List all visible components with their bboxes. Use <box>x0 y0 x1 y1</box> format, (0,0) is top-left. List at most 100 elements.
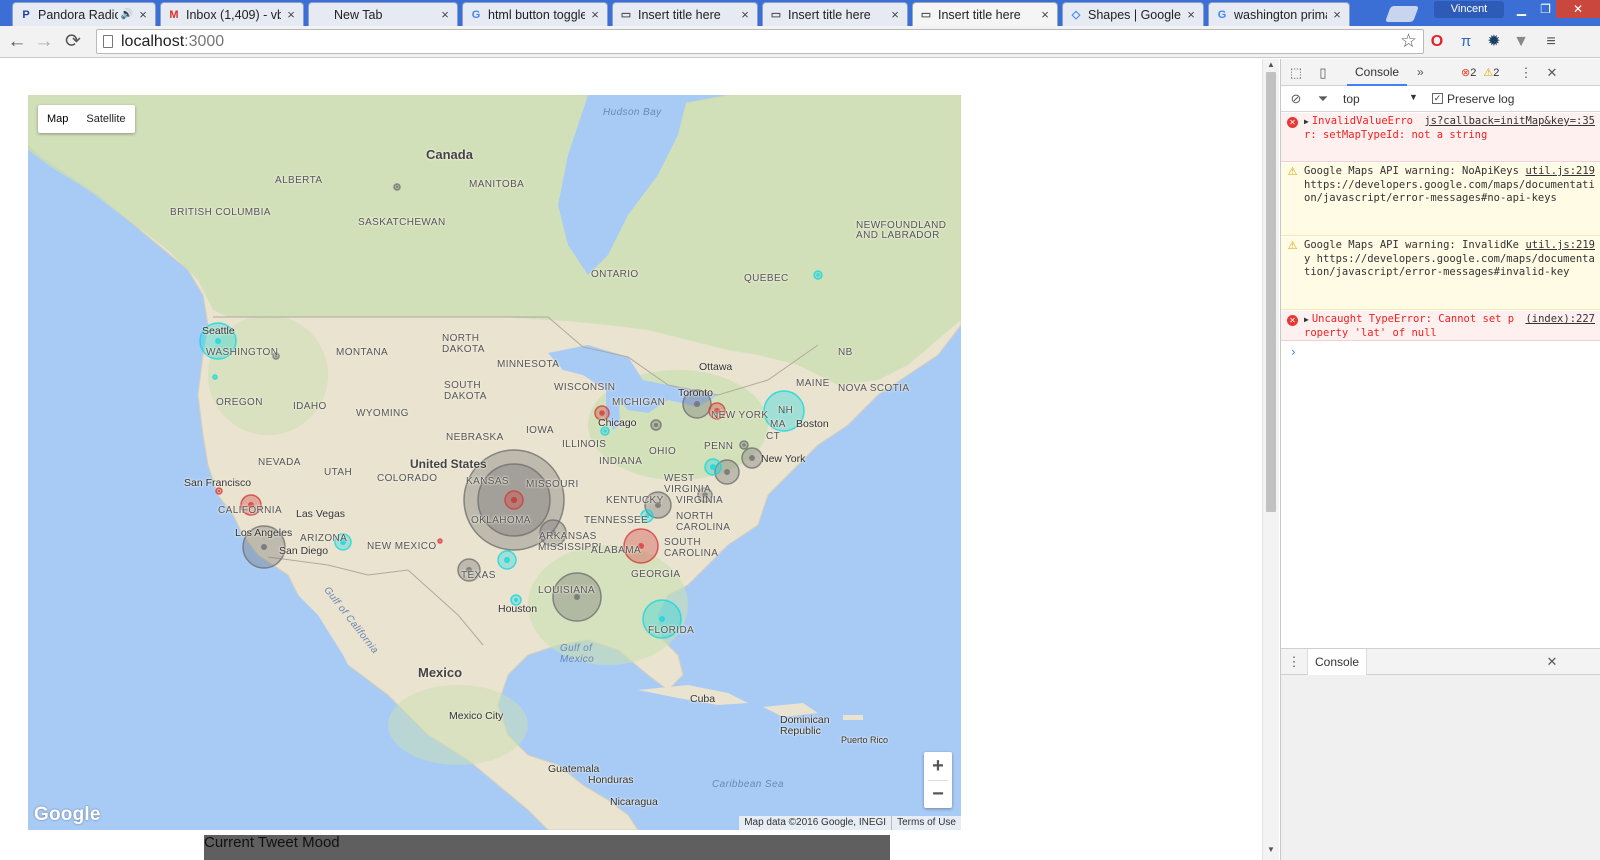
bin-extension-icon[interactable]: ▼ <box>1510 31 1532 53</box>
close-tab-icon[interactable]: × <box>137 7 149 22</box>
back-arrow-icon[interactable]: ← <box>6 31 28 53</box>
label-ma: MA <box>770 419 786 430</box>
page-scrollbar[interactable]: ▲ ▼ <box>1262 59 1279 860</box>
console-prompt-icon[interactable]: › <box>1291 345 1296 359</box>
close-tab-icon[interactable]: × <box>889 7 901 22</box>
label-nicaragua: Nicaragua <box>610 796 658 808</box>
label-dominican-republic: Dominican Republic <box>780 714 830 737</box>
map-credit: Map data ©2016 Google, INEGI Terms of Us… <box>739 816 961 830</box>
mood-circle-center <box>654 423 658 427</box>
devtools-toolbar: ⬚ ▯ Console » ⊗2 ⚠2 ⋮ ✕ <box>1281 59 1600 86</box>
browser-tab[interactable]: ▭ Insert title here × <box>762 2 908 26</box>
map-type-satellite-button[interactable]: Satellite <box>77 105 134 133</box>
tab-console[interactable]: Console <box>1347 59 1408 86</box>
device-toolbar-icon[interactable]: ▯ <box>1314 64 1332 82</box>
tab-title: Insert title here <box>638 7 721 22</box>
browser-tab[interactable]: ◇ Shapes | Google × <box>1062 2 1204 26</box>
label-manitoba: MANITOBA <box>469 179 525 190</box>
message-source-link[interactable]: js?callback=initMap&key=:35 <box>1424 115 1595 129</box>
terms-of-use-link[interactable]: Terms of Use <box>891 816 961 830</box>
mood-circle-center <box>724 469 730 475</box>
label-mexico: Mexico <box>418 665 463 680</box>
map[interactable]: Hudson Bay Canada ALBERTA MANITOBA BRITI… <box>28 95 961 830</box>
label-san-francisco: San Francisco <box>184 477 252 489</box>
browser-tab[interactable]: ▭ Insert title here × <box>612 2 758 26</box>
label-houston: Houston <box>498 603 538 615</box>
close-tab-icon[interactable]: × <box>439 7 451 22</box>
browser-tab[interactable]: Ghtml button toggle × <box>462 2 608 26</box>
drawer-menu-icon[interactable]: ⋮ <box>1285 653 1303 671</box>
message-source-link[interactable]: util.js:219 <box>1525 165 1595 179</box>
label-virginia: VIRGINIA <box>676 495 724 506</box>
inspect-element-icon[interactable]: ⬚ <box>1287 64 1305 82</box>
tab-title: New Tab <box>334 7 383 22</box>
clear-console-icon[interactable]: ⊘ <box>1287 90 1305 108</box>
scroll-down-arrow-icon[interactable]: ▼ <box>1263 845 1279 854</box>
error-warning-counter[interactable]: ⊗2 ⚠2 <box>1461 66 1499 79</box>
drawer-tab-console[interactable]: Console <box>1307 649 1368 675</box>
filter-icon[interactable]: ⏷ <box>1314 90 1332 108</box>
restore-window-icon[interactable]: ❐ <box>1532 0 1559 18</box>
tab-title: html button toggle <box>488 7 585 22</box>
address-bar[interactable]: localhost:3000 ☆ <box>96 29 1424 54</box>
message-source-link[interactable]: util.js:219 <box>1525 239 1595 253</box>
bookmark-star-icon[interactable]: ☆ <box>1400 30 1417 53</box>
close-devtools-icon[interactable]: ✕ <box>1543 64 1561 82</box>
expand-triangle-icon[interactable]: ▶ <box>1304 315 1309 324</box>
close-tab-icon[interactable]: × <box>1331 7 1343 22</box>
audio-playing-icon[interactable]: 🔊 <box>121 9 133 20</box>
browser-tab[interactable]: New Tab × <box>308 2 458 26</box>
new-tab-button[interactable] <box>1385 6 1419 22</box>
console-message-error[interactable]: ✕ js?callback=initMap&key=:35 ▶ InvalidValu… <box>1281 113 1600 162</box>
minimize-window-icon[interactable]: ▁ <box>1508 0 1535 18</box>
scroll-up-arrow-icon[interactable]: ▲ <box>1263 60 1279 69</box>
profile-button[interactable]: Vincent <box>1434 1 1504 18</box>
console-message-warn[interactable]: ⚠ util.js:219 Google Maps API warning: Inv… <box>1281 237 1600 310</box>
more-tabs-icon[interactable]: » <box>1417 65 1424 79</box>
label-north-dakota: NORTH DAKOTA <box>442 333 485 355</box>
gear-extension-icon[interactable]: ✹ <box>1483 31 1505 53</box>
label-nh: NH <box>778 405 794 416</box>
menu-icon[interactable]: ≡ <box>1540 31 1562 53</box>
browser-tab[interactable]: ▭ Insert title here × <box>912 2 1058 26</box>
zoom-out-button[interactable]: − <box>924 780 952 808</box>
opera-extension-icon[interactable]: O <box>1426 31 1448 53</box>
reload-icon[interactable]: ⟳ <box>62 31 84 53</box>
blank-icon <box>315 8 329 22</box>
label-texas: TEXAS <box>461 570 496 581</box>
zoom-in-button[interactable]: + <box>924 752 952 780</box>
mood-circle-center <box>395 185 399 189</box>
console-message-warn[interactable]: ⚠ util.js:219 Google Maps API warning: NoA… <box>1281 163 1600 236</box>
close-tab-icon[interactable]: × <box>739 7 751 22</box>
label-florida: FLORIDA <box>648 625 695 636</box>
browser-tab[interactable]: M Inbox (1,409) - vba × <box>160 2 304 26</box>
preserve-log-checkbox[interactable]: ✓ <box>1432 93 1443 104</box>
google-logo[interactable]: Google <box>34 804 101 826</box>
formula-extension-icon[interactable]: π <box>1455 31 1477 53</box>
forward-arrow-icon[interactable]: → <box>33 31 55 53</box>
context-selector[interactable]: top <box>1343 92 1360 106</box>
close-tab-icon[interactable]: × <box>1039 7 1051 22</box>
scrollbar-thumb[interactable] <box>1266 72 1276 512</box>
close-tab-icon[interactable]: × <box>285 7 297 22</box>
tab-title: Insert title here <box>938 7 1021 22</box>
map-type-map-button[interactable]: Map <box>38 105 77 133</box>
close-drawer-icon[interactable]: ✕ <box>1543 653 1561 671</box>
forest-mexico <box>388 685 528 765</box>
close-window-icon[interactable]: ✕ <box>1556 0 1600 18</box>
drawer-body[interactable] <box>1281 675 1600 860</box>
expand-triangle-icon[interactable]: ▶ <box>1304 117 1309 126</box>
label-san-diego: San Diego <box>279 545 329 557</box>
label-missouri: MISSOURI <box>526 479 579 490</box>
browser-tab[interactable]: P Pandora Radio 🔊 × <box>12 2 156 26</box>
label-california: CALIFORNIA <box>218 505 283 516</box>
close-tab-icon[interactable]: × <box>589 7 601 22</box>
context-dropdown-icon[interactable]: ▼ <box>1409 92 1418 102</box>
console-message-error[interactable]: ✕ (index):227 ▶ Uncaught TypeError: Cannot … <box>1281 311 1600 341</box>
browser-tab[interactable]: Gwashington prima × <box>1208 2 1350 26</box>
close-tab-icon[interactable]: × <box>1185 7 1197 22</box>
kebab-menu-icon[interactable]: ⋮ <box>1517 64 1535 82</box>
message-source-link[interactable]: (index):227 <box>1525 313 1595 327</box>
label-montana: MONTANA <box>336 347 389 358</box>
label-maine: MAINE <box>796 378 830 389</box>
